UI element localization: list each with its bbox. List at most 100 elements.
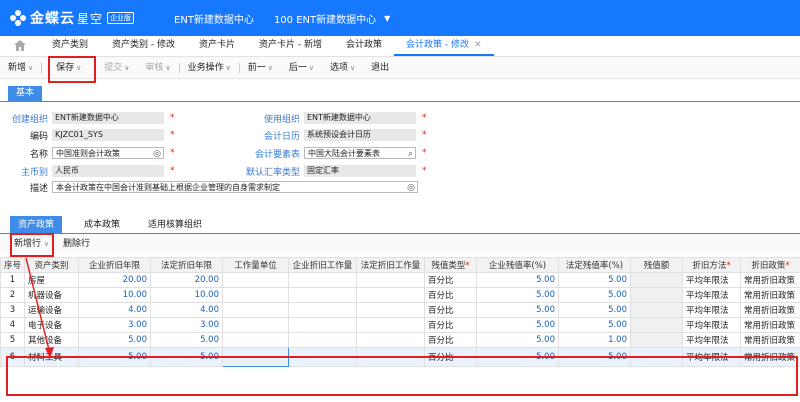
tab-cost-policy[interactable]: 成本政策 bbox=[76, 216, 128, 234]
table-row[interactable]: 6 材料工具 5.00 5.00 百分比 5.00 5.00 平均年限法 常用折旧政策 bbox=[0, 347, 800, 367]
chevron-down-icon[interactable]: ∨ bbox=[226, 64, 231, 72]
cell-res-amt[interactable] bbox=[630, 347, 683, 367]
cell-legal-work[interactable] bbox=[356, 302, 425, 318]
cell-seq[interactable]: 1 bbox=[0, 272, 25, 288]
col-header[interactable]: 法定残值率(%) bbox=[558, 257, 631, 273]
tab-asset-card[interactable]: 资产卡片 bbox=[187, 35, 247, 56]
cell-policy[interactable]: 常用折旧政策 bbox=[740, 287, 800, 303]
cell-ent-work[interactable] bbox=[288, 302, 357, 318]
tab-accounting-policy[interactable]: 会计政策 bbox=[334, 35, 394, 56]
description-input[interactable]: 本会计政策在中国会计准则基础上根据企业管理的自身需求制定 ◎ bbox=[52, 181, 418, 193]
home-icon[interactable] bbox=[0, 35, 40, 56]
cell-ent-work[interactable] bbox=[288, 332, 357, 348]
cell-legal-rate[interactable]: 5.00 bbox=[558, 272, 631, 288]
cell-method[interactable]: 平均年限法 bbox=[682, 317, 741, 333]
cell-ent-rate[interactable]: 5.00 bbox=[476, 332, 559, 348]
cell-legal-years[interactable]: 3.00 bbox=[150, 317, 223, 333]
cell-legal-work[interactable] bbox=[356, 332, 425, 348]
cell-legal-years[interactable]: 20.00 bbox=[150, 272, 223, 288]
chevron-down-icon[interactable]: ∨ bbox=[350, 64, 355, 72]
cell-seq[interactable]: 5 bbox=[0, 332, 25, 348]
account-selector[interactable]: 100 ENT新建数据中心 bbox=[274, 11, 376, 26]
close-icon[interactable]: ✕ bbox=[474, 40, 482, 50]
cell-cat[interactable]: 材料工具 bbox=[24, 347, 79, 367]
cell-legal-rate[interactable]: 5.00 bbox=[558, 287, 631, 303]
name-input[interactable]: 中国准则会计政策 ◎ bbox=[52, 147, 164, 159]
options-button[interactable]: 选项 ∨ bbox=[322, 57, 363, 79]
cell-ent-years[interactable]: 3.00 bbox=[78, 317, 151, 333]
elements-input[interactable]: 中国大陆会计要素表 ⌕ bbox=[304, 147, 416, 159]
prev-button[interactable]: 前一 ∨ bbox=[240, 57, 281, 79]
col-header[interactable]: 法定折旧工作量 bbox=[356, 257, 425, 273]
cell-ent-rate[interactable]: 5.00 bbox=[476, 272, 559, 288]
tab-asset-card-new[interactable]: 资产卡片 - 新增 bbox=[247, 35, 334, 56]
chevron-down-icon[interactable]: ∨ bbox=[165, 64, 170, 72]
cell-cat[interactable]: 机器设备 bbox=[24, 287, 79, 303]
cell-ent-work[interactable] bbox=[288, 317, 357, 333]
delete-row-button[interactable]: 删除行 bbox=[53, 234, 100, 254]
cell-legal-years[interactable]: 5.00 bbox=[150, 332, 223, 348]
tab-applicable-orgs[interactable]: 适用核算组织 bbox=[140, 216, 210, 234]
cell-seq[interactable]: 3 bbox=[0, 302, 25, 318]
audit-button[interactable]: 审核 ∨ bbox=[137, 57, 178, 79]
table-row[interactable]: 1 房屋 20.00 20.00 百分比 5.00 5.00 平均年限法 常用折旧政策 bbox=[0, 272, 800, 288]
cell-policy[interactable]: 常用折旧政策 bbox=[740, 347, 800, 367]
exit-button[interactable]: 退出 bbox=[363, 57, 397, 79]
col-header[interactable]: 序号 bbox=[0, 257, 25, 273]
cell-legal-rate[interactable]: 1.00 bbox=[558, 332, 631, 348]
cell-cat[interactable]: 电子设备 bbox=[24, 317, 79, 333]
cell-legal-years[interactable]: 4.00 bbox=[150, 302, 223, 318]
cell-policy[interactable]: 常用折旧政策 bbox=[740, 317, 800, 333]
cell-legal-work[interactable] bbox=[356, 317, 425, 333]
cell-method[interactable]: 平均年限法 bbox=[682, 287, 741, 303]
tab-asset-policy[interactable]: 资产政策 bbox=[10, 216, 63, 234]
col-header[interactable]: 企业折旧工作量 bbox=[288, 257, 357, 273]
col-header[interactable]: 企业残值率(%) bbox=[476, 257, 559, 273]
cell-ent-rate[interactable]: 5.00 bbox=[476, 302, 559, 318]
cell-legal-work[interactable] bbox=[356, 287, 425, 303]
multilang-icon[interactable]: ◎ bbox=[153, 148, 161, 160]
cell-res-amt[interactable] bbox=[630, 287, 683, 303]
cell-res-type[interactable]: 百分比 bbox=[424, 272, 477, 288]
col-header[interactable]: 资产类别 bbox=[24, 257, 79, 273]
cell-method[interactable]: 平均年限法 bbox=[682, 347, 741, 367]
col-header[interactable]: 残值类型* bbox=[424, 257, 477, 273]
tab-accounting-policy-edit[interactable]: 会计政策 - 修改 ✕ bbox=[394, 35, 494, 56]
table-row[interactable]: 4 电子设备 3.00 3.00 百分比 5.00 5.00 平均年限法 常用折旧政策 bbox=[0, 317, 800, 333]
section-tab-basic[interactable]: 基本 bbox=[8, 86, 43, 101]
cell-unit[interactable] bbox=[222, 317, 289, 333]
cell-method[interactable]: 平均年限法 bbox=[682, 332, 741, 348]
cell-cat[interactable]: 运输设备 bbox=[24, 302, 79, 318]
table-row[interactable]: 3 运输设备 4.00 4.00 百分比 5.00 5.00 平均年限法 常用折旧政策 bbox=[0, 302, 800, 318]
col-header[interactable]: 法定折旧年限 bbox=[150, 257, 223, 273]
cell-res-type[interactable]: 百分比 bbox=[424, 287, 477, 303]
col-header[interactable]: 残值额 bbox=[630, 257, 683, 273]
chevron-down-icon[interactable]: ∨ bbox=[76, 64, 81, 72]
multilang-icon[interactable]: ◎ bbox=[407, 182, 415, 194]
col-header[interactable]: 折旧方法* bbox=[682, 257, 741, 273]
cell-legal-rate[interactable]: 5.00 bbox=[558, 317, 631, 333]
col-header[interactable]: 企业折旧年限 bbox=[78, 257, 151, 273]
cell-cat[interactable]: 房屋 bbox=[24, 272, 79, 288]
cell-legal-years[interactable]: 10.00 bbox=[150, 287, 223, 303]
cell-res-type[interactable]: 百分比 bbox=[424, 347, 477, 367]
cell-ent-years[interactable]: 5.00 bbox=[78, 332, 151, 348]
business-operation-button[interactable]: 业务操作 ∨ bbox=[180, 57, 239, 79]
cell-res-type[interactable]: 百分比 bbox=[424, 332, 477, 348]
cell-ent-work[interactable] bbox=[288, 287, 357, 303]
cell-legal-work[interactable] bbox=[356, 347, 425, 367]
cell-res-amt[interactable] bbox=[630, 317, 683, 333]
current-org[interactable]: ENT新建数据中心 bbox=[174, 11, 254, 26]
col-header[interactable]: 工作量单位 bbox=[222, 257, 289, 273]
cell-res-type[interactable]: 百分比 bbox=[424, 317, 477, 333]
cell-ent-years[interactable]: 5.00 bbox=[78, 347, 151, 367]
save-button[interactable]: 保存 ∨ bbox=[42, 57, 95, 79]
cell-res-type[interactable]: 百分比 bbox=[424, 302, 477, 318]
cell-res-amt[interactable] bbox=[630, 272, 683, 288]
cell-ent-work[interactable] bbox=[288, 347, 357, 367]
cell-policy[interactable]: 常用折旧政策 bbox=[740, 272, 800, 288]
chevron-down-icon[interactable]: ▼ bbox=[384, 14, 390, 23]
cell-ent-years[interactable]: 10.00 bbox=[78, 287, 151, 303]
cell-seq[interactable]: 6 bbox=[0, 347, 25, 367]
table-row[interactable]: 2 机器设备 10.00 10.00 百分比 5.00 5.00 平均年限法 常用折旧政策 bbox=[0, 287, 800, 303]
